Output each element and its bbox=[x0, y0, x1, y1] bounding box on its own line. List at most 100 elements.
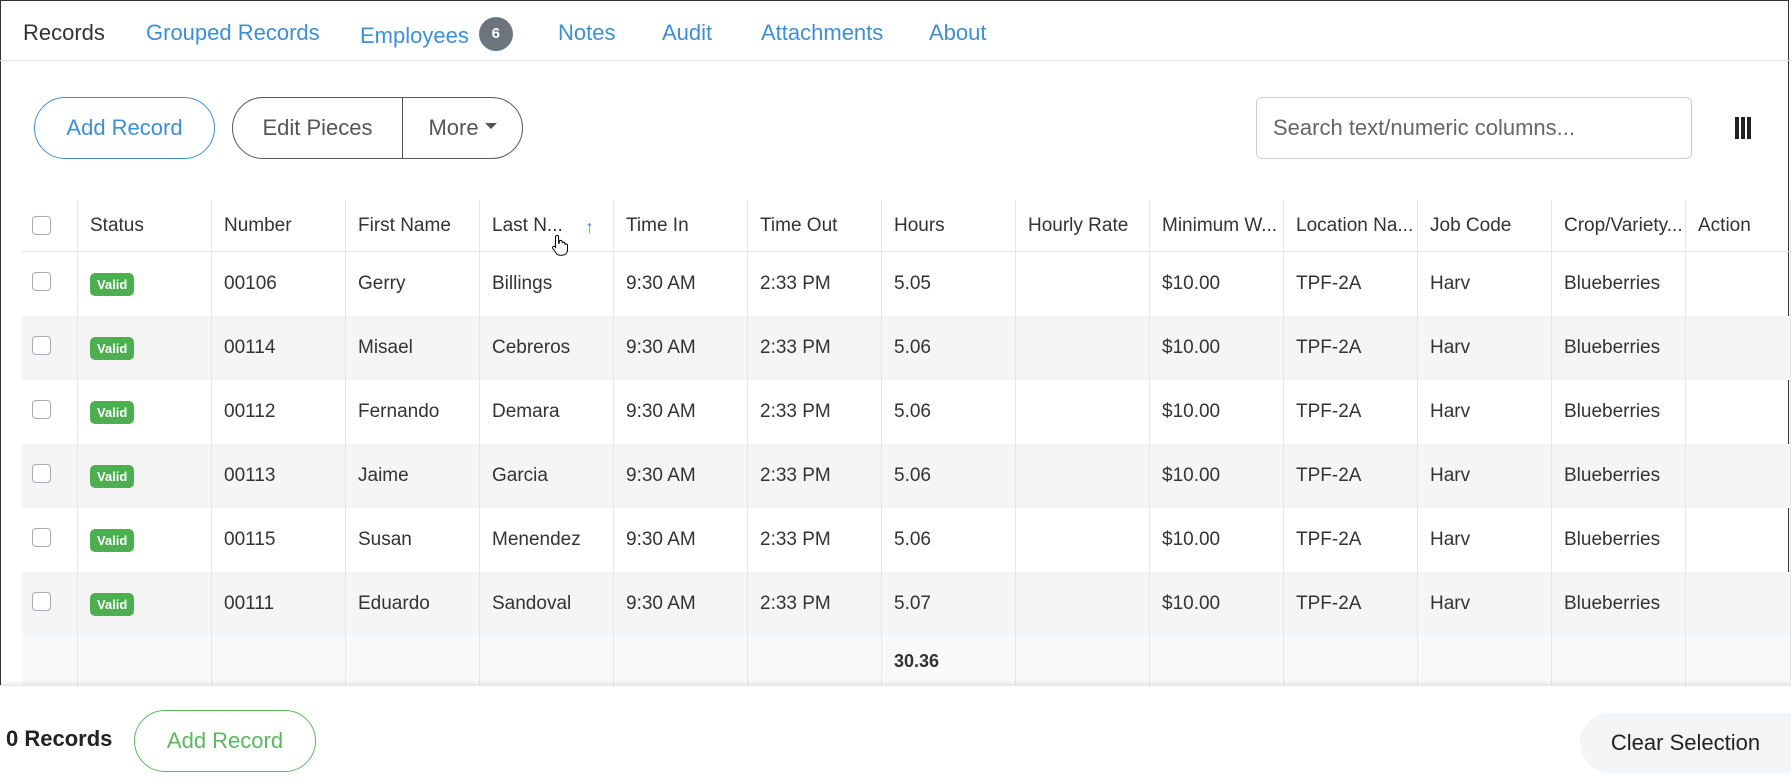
tab-about[interactable]: About bbox=[929, 20, 987, 46]
cell-action bbox=[1686, 508, 1791, 572]
row-checkbox[interactable] bbox=[32, 272, 51, 291]
cell-action bbox=[1686, 380, 1791, 444]
cell-crop-variety: Blueberries bbox=[1552, 444, 1686, 508]
totals-row: 30.36 bbox=[22, 636, 1791, 687]
add-record-button-footer[interactable]: Add Record bbox=[134, 710, 316, 772]
row-checkbox[interactable] bbox=[32, 592, 51, 611]
row-select-cell bbox=[22, 508, 78, 572]
column-header-label: Status bbox=[90, 214, 144, 236]
column-header-first-name[interactable]: First Name bbox=[346, 200, 480, 251]
cell-hours: 5.06 bbox=[882, 316, 1016, 380]
table-row[interactable]: Valid 00111 Eduardo Sandoval 9:30 AM 2:33 PM 5… bbox=[22, 572, 1791, 636]
column-header-number[interactable]: Number bbox=[212, 200, 346, 251]
sort-ascending-icon[interactable]: ↑ bbox=[585, 218, 599, 236]
cell-value: $10.00 bbox=[1162, 401, 1221, 422]
row-checkbox[interactable] bbox=[32, 336, 51, 355]
records-count: 0 Records bbox=[6, 726, 113, 751]
column-header-label: Minimum W... bbox=[1162, 214, 1278, 236]
tab-audit[interactable]: Audit bbox=[662, 20, 712, 46]
cell-status: Valid bbox=[78, 316, 212, 380]
cell-first-name: Eduardo bbox=[346, 572, 480, 636]
cell-job-code: Harv bbox=[1418, 316, 1552, 380]
column-header-label: Job Code bbox=[1430, 214, 1512, 236]
cell-value: 2:33 PM bbox=[760, 593, 831, 614]
table-row[interactable]: Valid 00113 Jaime Garcia 9:30 AM 2:33 PM 5.06 $… bbox=[22, 444, 1791, 508]
cell-value: Menendez bbox=[492, 529, 581, 550]
column-header-location-name[interactable]: Location Na... bbox=[1284, 200, 1418, 251]
cell-action bbox=[1686, 316, 1791, 380]
column-header-action[interactable]: Action bbox=[1686, 200, 1791, 251]
column-header-time-in[interactable]: Time In bbox=[614, 200, 748, 251]
cell-location-name: TPF-2A bbox=[1284, 252, 1418, 316]
row-checkbox[interactable] bbox=[32, 400, 51, 419]
row-select-cell bbox=[22, 380, 78, 444]
column-header-time-out[interactable]: Time Out bbox=[748, 200, 882, 251]
cell-minimum-wage: $10.00 bbox=[1150, 252, 1284, 316]
column-header-hourly-rate[interactable]: Hourly Rate bbox=[1016, 200, 1150, 251]
cell-value: Garcia bbox=[492, 465, 548, 486]
table-row[interactable]: Valid 00115 Susan Menendez 9:30 AM 2:33 PM 5.0… bbox=[22, 508, 1791, 572]
column-header-crop-variety[interactable]: Crop/Variety... bbox=[1552, 200, 1686, 251]
cell-job-code: Harv bbox=[1418, 380, 1552, 444]
column-header-label: Hours bbox=[894, 214, 945, 236]
search-input[interactable] bbox=[1256, 97, 1692, 159]
cell-status: Valid bbox=[78, 252, 212, 316]
clear-selection-button[interactable]: Clear Selection bbox=[1580, 713, 1791, 773]
cell-number: 00111 bbox=[212, 572, 346, 636]
cell-hourly-rate bbox=[1016, 508, 1150, 572]
selection-bar: 0 Records Add Record Clear Selection bbox=[0, 685, 1791, 781]
column-header-minimum-wage[interactable]: Minimum W... bbox=[1150, 200, 1284, 251]
cell-status: Valid bbox=[78, 380, 212, 444]
row-checkbox[interactable] bbox=[32, 528, 51, 547]
cell-value: 9:30 AM bbox=[626, 273, 696, 294]
cell-value: Harv bbox=[1430, 529, 1471, 550]
cell-last-name: Sandoval bbox=[480, 572, 614, 636]
cell-value: Blueberries bbox=[1564, 273, 1661, 294]
cell-crop-variety: Blueberries bbox=[1552, 380, 1686, 444]
cell-value: 00106 bbox=[224, 273, 277, 294]
cell-value: 5.05 bbox=[894, 273, 931, 294]
cell-value: $10.00 bbox=[1162, 529, 1221, 550]
column-header-job-code[interactable]: Job Code bbox=[1418, 200, 1552, 251]
tab-notes[interactable]: Notes bbox=[558, 20, 615, 46]
cell-value: Blueberries bbox=[1564, 593, 1661, 614]
tab-grouped-records[interactable]: Grouped Records bbox=[146, 20, 320, 46]
cell-value: TPF-2A bbox=[1296, 465, 1362, 486]
cell-value: Blueberries bbox=[1564, 529, 1661, 550]
tab-attachments[interactable]: Attachments bbox=[761, 20, 883, 46]
cell-location-name: TPF-2A bbox=[1284, 316, 1418, 380]
totals-location-name bbox=[1284, 636, 1418, 686]
cell-last-name: Billings bbox=[480, 252, 614, 316]
cell-minimum-wage: $10.00 bbox=[1150, 444, 1284, 508]
totals-time-out bbox=[748, 636, 882, 686]
columns-icon[interactable] bbox=[1735, 117, 1751, 139]
column-header-hours[interactable]: Hours bbox=[882, 200, 1016, 251]
totals-empty-cell bbox=[22, 636, 78, 686]
cell-value: 2:33 PM bbox=[760, 401, 831, 422]
cell-status: Valid bbox=[78, 508, 212, 572]
column-header-status[interactable]: Status bbox=[78, 200, 212, 251]
table-row[interactable]: Valid 00112 Fernando Demara 9:30 AM 2:33 PM 5.… bbox=[22, 380, 1791, 444]
cell-time-out: 2:33 PM bbox=[748, 444, 882, 508]
tab-employees[interactable]: Employees 6 bbox=[360, 17, 513, 54]
column-header-label: Number bbox=[224, 214, 292, 236]
cell-hourly-rate bbox=[1016, 572, 1150, 636]
cell-time-in: 9:30 AM bbox=[614, 444, 748, 508]
cell-time-out: 2:33 PM bbox=[748, 508, 882, 572]
cell-job-code: Harv bbox=[1418, 508, 1552, 572]
table-row[interactable]: Valid 00106 Gerry Billings 9:30 AM 2:33 PM 5.0… bbox=[22, 252, 1791, 316]
cell-value: 5.06 bbox=[894, 529, 931, 550]
cell-value: $10.00 bbox=[1162, 465, 1221, 486]
tab-records[interactable]: Records bbox=[23, 20, 105, 46]
edit-pieces-button[interactable]: Edit Pieces bbox=[233, 98, 403, 158]
cell-value: Blueberries bbox=[1564, 465, 1661, 486]
select-all-checkbox[interactable] bbox=[32, 216, 51, 235]
tab-bar: Records Grouped Records Employees 6 Notes… bbox=[0, 0, 1791, 61]
more-dropdown-button[interactable]: More bbox=[403, 98, 522, 158]
totals-action bbox=[1686, 636, 1791, 686]
row-checkbox[interactable] bbox=[32, 464, 51, 483]
table-row[interactable]: Valid 00114 Misael Cebreros 9:30 AM 2:33 PM 5.… bbox=[22, 316, 1791, 380]
add-record-button[interactable]: Add Record bbox=[34, 97, 215, 159]
cell-value: 5.06 bbox=[894, 401, 931, 422]
totals-crop-variety bbox=[1552, 636, 1686, 686]
